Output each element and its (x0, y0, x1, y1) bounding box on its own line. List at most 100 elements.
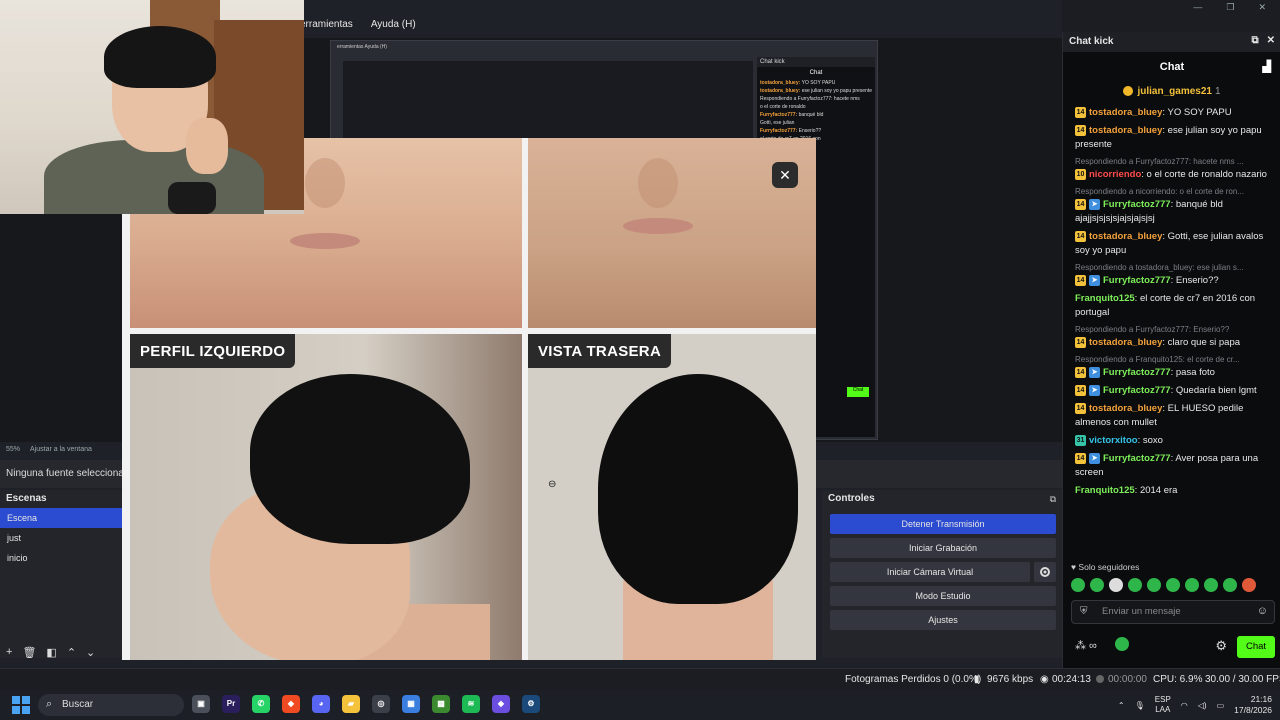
emote-icon[interactable] (1071, 578, 1085, 592)
fit-window[interactable]: Ajustar a la ventana (30, 446, 92, 454)
emote-icon[interactable] (1204, 578, 1218, 592)
emote-icon[interactable] (1166, 578, 1180, 592)
menu-ayuda[interactable]: Ayuda (H) (371, 19, 416, 30)
scene-item[interactable]: Escena (0, 508, 122, 528)
lightbox-close-icon[interactable]: ✕ (772, 162, 798, 188)
screen: erramientas Ayuda (H) — ❐ ✕ erramientas … (0, 0, 1280, 720)
fps: 30.00 / 30.00 FPS (1205, 674, 1280, 685)
close-icon[interactable]: ✕ (1267, 35, 1275, 46)
chat-username[interactable]: Furryfactoz777 (1103, 275, 1171, 286)
chrome-dev-icon[interactable]: ◎ (372, 695, 390, 713)
clock-time: 21:16 (1250, 694, 1272, 704)
heart-icon: ♥ (1071, 562, 1077, 572)
premiere-icon[interactable]: Pr (222, 695, 240, 713)
spotify-icon[interactable]: ≋ (462, 695, 480, 713)
brave-icon[interactable]: ◆ (282, 695, 300, 713)
start-recording-button[interactable]: Iniciar Grabación (830, 538, 1056, 558)
chat-username[interactable]: tostadora_bluey (1089, 107, 1162, 118)
minimize-icon[interactable]: — (1193, 2, 1202, 13)
volume-icon[interactable]: ◁) (1198, 701, 1207, 710)
maximize-icon[interactable]: ❐ (1226, 2, 1234, 13)
chat-text: Quedaría bien lgmt (1175, 385, 1257, 396)
controls-header: Controles (822, 490, 1062, 508)
dropped-frames: Fotogramas Perdidos 0 (0.0%) (845, 674, 982, 685)
chat-text: 2014 era (1139, 485, 1178, 496)
nested-chat-line: tostadora_bluey: ese julian soy yo papu … (757, 87, 875, 95)
zoom-bar: 55% Ajustar a la ventana (0, 442, 122, 458)
trash-icon[interactable]: 🗑 (22, 646, 36, 662)
record-dot-icon (1096, 675, 1104, 684)
subscriber-badge-icon: 31 (1075, 434, 1086, 446)
mic-icon[interactable]: 🎙 (1135, 701, 1145, 710)
discord-icon[interactable]: ◕ (312, 695, 330, 713)
emote-icon[interactable] (1185, 578, 1199, 592)
emote-icon[interactable] (1242, 578, 1256, 592)
chat-username[interactable]: Furryfactoz777 (1103, 453, 1171, 464)
chat-username[interactable]: tostadora_bluey (1089, 231, 1162, 242)
close-icon[interactable]: ✕ (1258, 2, 1266, 13)
emote-icon[interactable] (1223, 578, 1237, 592)
chevron-down-icon[interactable]: ⌄ (86, 646, 95, 662)
chat-username[interactable]: victorxitoo (1089, 435, 1138, 446)
studio-mode-button[interactable]: Modo Estudio (830, 586, 1056, 606)
kick-icon[interactable] (1115, 637, 1129, 651)
settings-button[interactable]: Ajustes (830, 610, 1056, 630)
clock[interactable]: 21:16 17/8/2026 (1234, 694, 1272, 716)
obs-icon[interactable]: ◆ (492, 695, 510, 713)
virtual-camera-button[interactable]: Iniciar Cámara Virtual (830, 562, 1030, 582)
steam-icon[interactable]: ⚙ (522, 695, 540, 713)
pinned-user[interactable]: julian_games21 (1137, 86, 1211, 97)
stop-stream-button[interactable]: Detener Transmisión (830, 514, 1056, 534)
scene-item[interactable]: inicio (0, 548, 122, 568)
nested-chat-text: o el corte de ronaldo (760, 104, 806, 110)
users-icon[interactable]: ⁂ ∞ (1075, 639, 1097, 652)
virtual-camera-gear-icon[interactable] (1034, 562, 1056, 582)
chat-send-button[interactable]: Chat (1237, 636, 1275, 658)
record-time-value: 00:00:00 (1108, 674, 1147, 685)
emote-icon[interactable] (1147, 578, 1161, 592)
wifi-icon[interactable]: ◠ (1181, 701, 1188, 710)
chat-username[interactable]: nicorriendo (1089, 169, 1141, 180)
chat-username[interactable]: tostadora_bluey (1089, 125, 1162, 136)
nested-chat-text: banqué bld (798, 112, 824, 118)
scene-item[interactable]: just (0, 528, 122, 548)
emote-icon[interactable] (1109, 578, 1123, 592)
chat-username[interactable]: tostadora_bluey (1089, 337, 1162, 348)
chevron-up-icon[interactable]: ⌃ (67, 646, 76, 662)
chat-username[interactable]: Franquito125 (1075, 293, 1135, 304)
battery-icon[interactable]: ▭ (1217, 701, 1225, 710)
subscriber-badge-icon: 14 (1075, 274, 1086, 286)
whatsapp-icon[interactable]: ✆ (252, 695, 270, 713)
task-view-icon[interactable]: ▣ (192, 695, 210, 713)
chat-input[interactable]: ⛨ Enviar un mensaje ☺ (1071, 600, 1275, 624)
zoom-level[interactable]: 55% (6, 446, 20, 454)
chevron-up-icon[interactable]: ⌃ (1118, 701, 1125, 710)
chat-username[interactable]: tostadora_bluey (1089, 403, 1162, 414)
scene-toolbar: + 🗑 ◧ ⌃ ⌄ (0, 646, 122, 662)
add-icon[interactable]: + (6, 646, 12, 662)
chat-username[interactable]: Furryfactoz777 (1103, 367, 1171, 378)
gear-icon[interactable]: ⚙ (1215, 638, 1227, 654)
explorer-icon[interactable]: ▰ (342, 695, 360, 713)
undock-icon[interactable]: ⧉ (1251, 35, 1258, 46)
chat-username[interactable]: Franquito125 (1075, 485, 1135, 496)
start-icon[interactable] (12, 696, 30, 714)
undock-icon[interactable]: ⧉ (1050, 494, 1056, 505)
filter-icon[interactable]: ◧ (46, 646, 56, 662)
subscriber-badge-icon: 14 (1075, 198, 1086, 210)
subscriber-badge-icon: 14 (1075, 366, 1086, 378)
emote-icon[interactable] (1090, 578, 1104, 592)
nested-chat-line: Respondiendo a Furryfactoz777: hacete nm… (757, 95, 875, 103)
chat-message: Franquito125: 2014 era (1075, 485, 1178, 496)
store-icon[interactable]: ▦ (402, 695, 420, 713)
minecraft-icon[interactable]: ▩ (432, 695, 450, 713)
menu-herramientas[interactable]: erramientas (300, 19, 353, 30)
chat-username[interactable]: Furryfactoz777 (1103, 199, 1171, 210)
chat-username[interactable]: Furryfactoz777 (1103, 385, 1171, 396)
stats-icon[interactable]: ▟ (1263, 60, 1271, 73)
language-indicator[interactable]: ESP LAA (1155, 695, 1171, 715)
emoji-icon[interactable]: ☺ (1257, 605, 1268, 617)
chat-text: YO SOY PAPU (1167, 107, 1232, 118)
taskbar-search[interactable]: ⌕ Buscar (38, 694, 184, 716)
emote-icon[interactable] (1128, 578, 1142, 592)
